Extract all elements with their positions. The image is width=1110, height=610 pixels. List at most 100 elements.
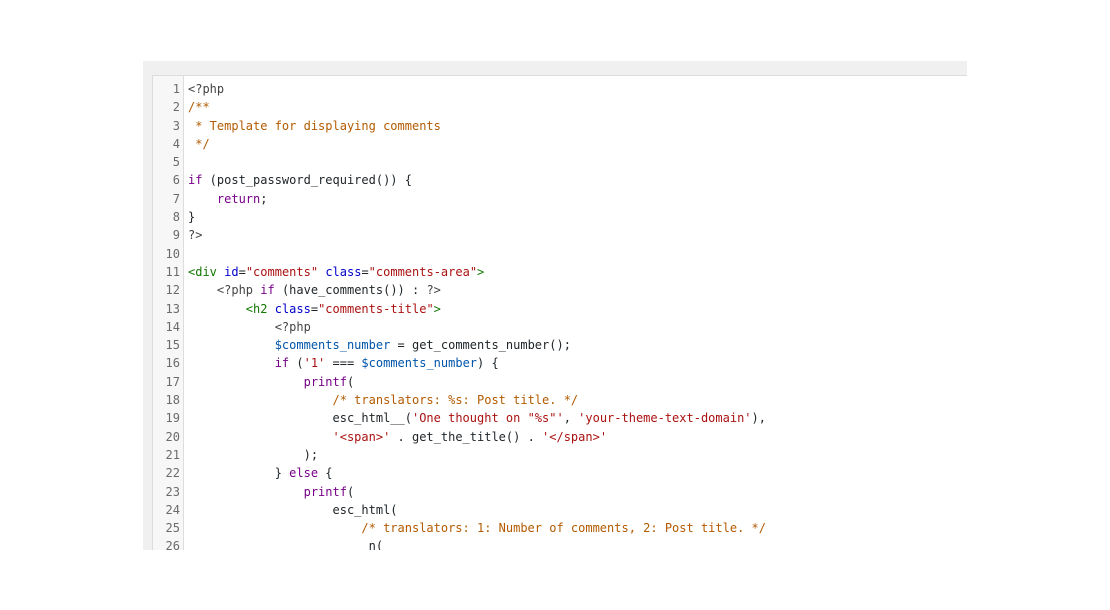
line-number: 19 [165,411,180,426]
code-text: <div id="comments" class="comments-area"… [188,263,484,281]
code-token: "comments" [245,264,319,279]
code-token: printf [303,484,347,499]
code-token: /* translators: %s: Post title. */ [332,393,579,408]
code-token: = get_comments_number(); [390,338,571,353]
code-token: /* translators: 1: Number of comments, 2… [361,521,766,536]
code-line[interactable]: 14 <?php [153,318,967,336]
code-text: <?php [188,80,224,98]
code-token: class [325,264,362,279]
line-number: 26 [165,539,180,550]
code-token: if [274,356,290,371]
code-token: <div [188,264,217,279]
code-token: ) { [477,356,499,371]
code-token: * Template for displaying comments [188,118,441,133]
code-token: <?php [216,283,254,298]
line-number: 3 [172,118,180,133]
code-line[interactable]: 9 ?> [153,226,967,244]
line-number: 10 [165,246,180,261]
code-text: printf( [188,373,355,391]
code-text: ); [188,446,318,464]
line-number: 21 [165,447,180,462]
code-token: else [289,466,319,481]
code-line[interactable]: 5 [153,153,967,171]
code-token: $comments_number [361,356,478,371]
line-number: 25 [165,521,180,536]
code-token: esc_html__( [188,411,412,426]
code-line[interactable]: 1 <?php [153,80,967,98]
code-token: } [188,466,290,481]
code-token: (have_comments()) : [274,283,427,298]
code-line[interactable]: 8} [153,208,967,226]
code-line[interactable]: 16 if ('1' === $comments_number) { [153,354,967,372]
line-number: 1 [172,82,180,96]
code-line[interactable]: 21 ); [153,446,967,464]
line-number: 16 [165,356,180,371]
line-number: 4 [172,136,180,151]
code-token: */ [188,136,210,151]
code-token: id [224,264,239,279]
code-lines: 1 <?php 2 /** 3 * Template for displaying co… [153,80,967,550]
code-line[interactable]: 6 if (post_password_required()) { [153,171,967,189]
code-line[interactable]: 11 <div id="comments" class="comments-are… [153,263,967,281]
code-line[interactable]: 7 return; [153,190,967,208]
code-text: } [188,208,195,226]
code-text: */ [188,135,210,153]
code-editor-panel: 1 <?php 2 /** 3 * Template for displaying co… [143,61,967,550]
code-token: "comments-area" [368,264,478,279]
code-line[interactable]: 4 */ [153,135,967,153]
code-token: if [188,173,203,188]
line-number: 22 [165,466,180,481]
line-number: 12 [165,283,180,298]
code-token: <h2 [245,301,268,316]
code-token: . get_the_title() . [390,429,543,444]
code-line[interactable]: 13 <h2 class="comments-title"> [153,300,967,318]
code-line[interactable]: 24 esc_html( [153,501,967,519]
code-text: * Template for displaying comments [188,117,441,135]
code-token: return [216,191,261,206]
code-line[interactable]: 18 /* translators: %s: Post title. */ [153,391,967,409]
code-token: === [325,356,362,371]
code-token: '<span>' [332,429,391,444]
code-line[interactable]: 15 $comments_number = get_comments_numbe… [153,336,967,354]
code-text: /** [188,98,210,116]
code-line[interactable]: 19 esc_html__('One thought on "%s"', 'yo… [153,409,967,427]
code-token: ); [188,447,319,462]
code-line[interactable]: 22 } else { [153,464,967,482]
code-text: <?php if (have_comments()) : ?> [188,281,441,299]
code-token: _n( [188,539,384,550]
code-token: = [310,301,319,316]
line-number: 2 [172,100,180,115]
code-token: '</span>' [542,429,608,444]
line-number: 6 [172,173,180,188]
code-line[interactable]: 26 _n( [153,537,967,550]
code-token: $comments_number [274,338,391,353]
code-editor[interactable]: 1 <?php 2 /** 3 * Template for displaying co… [152,75,967,550]
line-number: 8 [172,210,180,225]
code-line[interactable]: 23 printf( [153,483,967,501]
code-line[interactable]: 2 /** [153,98,967,116]
code-text: '<span>' . get_the_title() . '</span>' [188,428,608,446]
code-token: /** [188,100,210,115]
line-number: 9 [172,228,180,243]
code-line[interactable]: 20 '<span>' . get_the_title() . '</span>… [153,428,967,446]
code-line[interactable]: 10 [153,245,967,263]
code-line[interactable]: 17 printf( [153,373,967,391]
code-line[interactable]: 12 <?php if (have_comments()) : ?> [153,281,967,299]
line-number: 23 [165,484,180,499]
code-text: printf( [188,483,355,501]
code-line[interactable]: 25 /* translators: 1: Number of comments… [153,519,967,537]
code-token: '1' [303,356,326,371]
code-text: esc_html__('One thought on "%s"', 'your-… [188,409,766,427]
code-token: ( [346,484,355,499]
code-token: } [188,210,196,225]
code-line[interactable]: 3 * Template for displaying comments [153,117,967,135]
line-number: 15 [165,338,180,353]
